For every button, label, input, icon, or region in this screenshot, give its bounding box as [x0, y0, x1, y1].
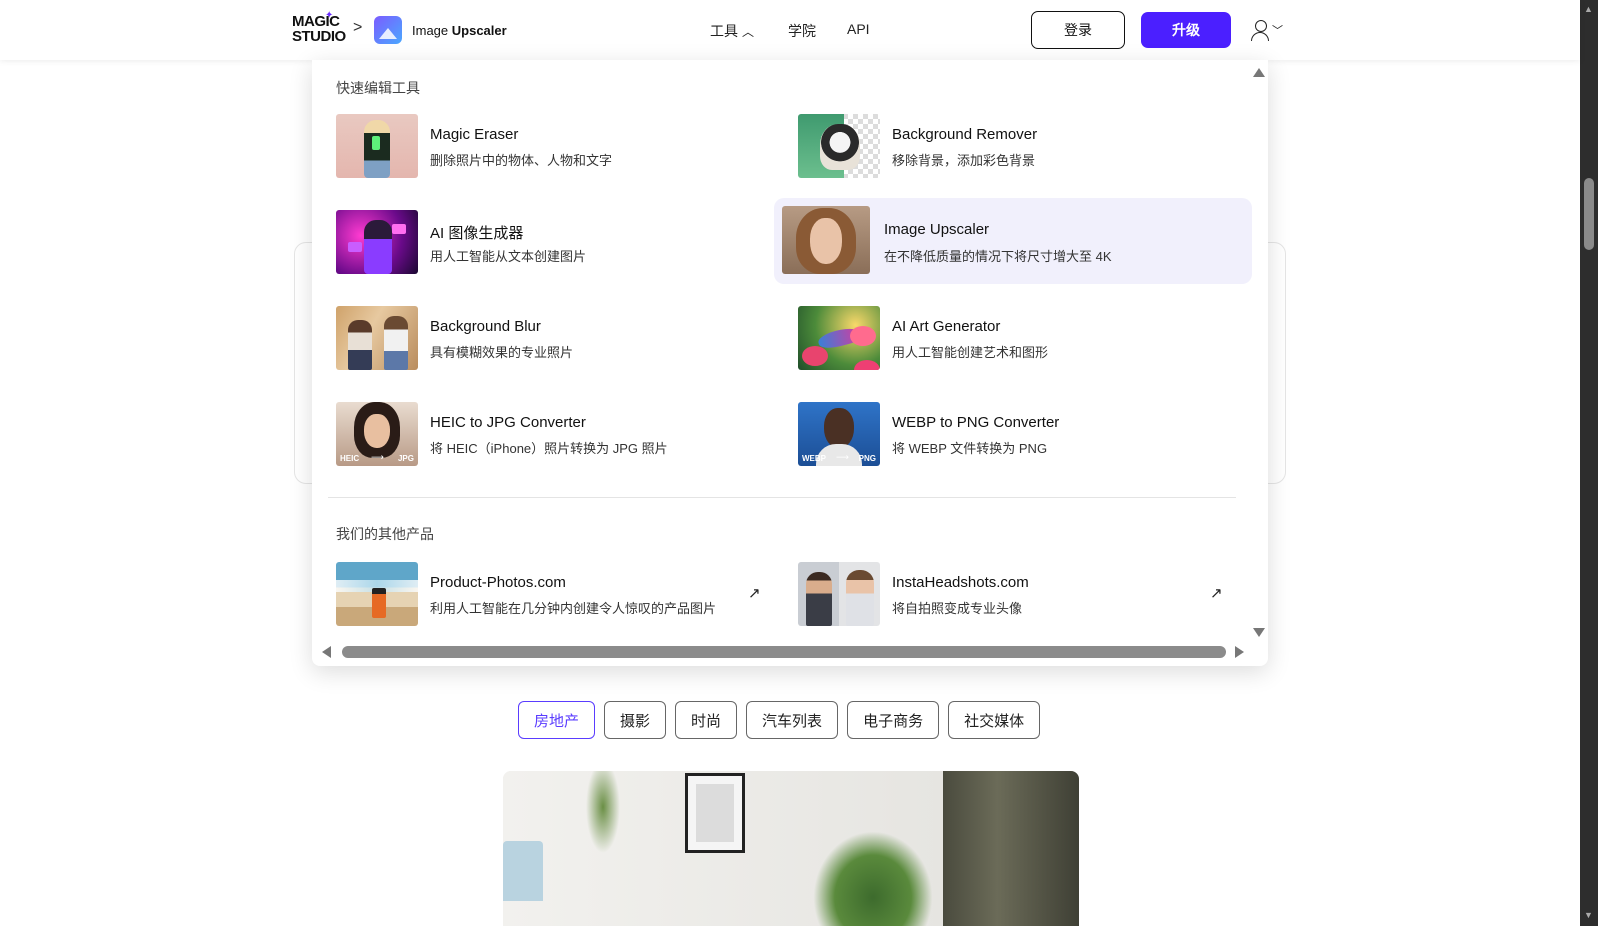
top-header: MAGIC STUDIO ✦ > Image Upscaler 工具 ︿ 学院 A… — [0, 0, 1580, 60]
page-scrollbar[interactable]: ▲ ▼ — [1580, 0, 1598, 926]
chevron-down-icon: ﹀ — [1272, 25, 1283, 37]
tab-ecommerce[interactable]: 电子商务 — [847, 701, 940, 739]
scroll-down-arrow-icon[interactable]: ▼ — [1584, 910, 1593, 920]
scroll-left-arrow-icon[interactable] — [322, 646, 331, 658]
scroll-up-arrow-icon[interactable]: ▲ — [1584, 4, 1593, 14]
jpg-label: JPG — [397, 454, 414, 463]
example-room-image — [503, 771, 1079, 926]
tab-photography[interactable]: 摄影 — [604, 701, 667, 739]
breadcrumb-app-name[interactable]: Image Upscaler — [412, 23, 507, 38]
magic-studio-logo[interactable]: MAGIC STUDIO ✦ — [292, 10, 346, 46]
instaheadshots-link[interactable]: InstaHeadshots.com 将自拍照变成专业头像 ↗ — [774, 552, 1234, 636]
tools-dropdown: 快速编辑工具 Magic Eraser 删除照片中的物体、人物和文字 Backg… — [312, 60, 1268, 666]
category-tabs: 房地产 摄影 时尚 汽车列表 电子商务 社交媒体 — [518, 701, 1041, 739]
instaheadshots-thumbnail — [798, 562, 880, 626]
background-remover-thumbnail — [798, 114, 880, 178]
tab-real-estate[interactable]: 房地产 — [518, 701, 596, 739]
user-icon — [1250, 19, 1270, 41]
upgrade-button[interactable]: 升级 — [1141, 12, 1231, 48]
heic-label: HEIC — [340, 454, 360, 463]
tab-car-listings[interactable]: 汽车列表 — [746, 701, 839, 739]
background-blur-thumbnail — [336, 306, 418, 370]
nav-academy[interactable]: 学院 — [788, 21, 816, 41]
tool-background-blur[interactable]: Background Blur 具有模糊效果的专业照片 — [312, 296, 772, 380]
external-link-icon: ↗ — [1210, 585, 1223, 602]
png-label: PNG — [858, 454, 876, 463]
ai-art-generator-thumbnail — [798, 306, 880, 370]
tool-ai-image-generator[interactable]: AI 图像生成器 用人工智能从文本创建图片 — [312, 200, 772, 284]
tool-background-remover[interactable]: Background Remover 移除背景，添加彩色背景 — [774, 104, 1234, 188]
tool-webp-to-png[interactable]: WEBP ⟶ PNG WEBP to PNG Converter 将 WEBP … — [774, 392, 1234, 476]
dropdown-scroll-down-icon[interactable] — [1253, 628, 1265, 637]
tool-heic-to-jpg[interactable]: HEIC ⟶ JPG HEIC to JPG Converter 将 HEIC（… — [312, 392, 772, 476]
tool-magic-eraser[interactable]: Magic Eraser 删除照片中的物体、人物和文字 — [312, 104, 772, 188]
chevron-up-icon: ︿ — [742, 25, 755, 39]
product-photos-thumbnail — [336, 562, 418, 626]
product-photos-link[interactable]: Product-Photos.com 利用人工智能在几分钟内创建令人惊叹的产品图… — [312, 552, 772, 636]
login-button[interactable]: 登录 — [1031, 11, 1125, 49]
breadcrumb-chevron-icon: > — [353, 19, 363, 36]
heic-to-jpg-thumbnail: HEIC ⟶ JPG — [336, 402, 418, 466]
quick-tools-title: 快速编辑工具 — [336, 80, 420, 96]
sparkle-icon: ✦ — [325, 10, 334, 21]
section-divider — [328, 497, 1236, 498]
user-menu[interactable]: ﹀ — [1250, 18, 1286, 42]
scroll-right-arrow-icon[interactable] — [1235, 646, 1244, 658]
arrow-right-icon: ⟶ — [836, 452, 849, 462]
horizontal-scrollbar-thumb[interactable] — [342, 646, 1226, 658]
nav-tools-menu[interactable]: 工具 ︿ — [710, 21, 754, 41]
arrow-right-icon: ⟶ — [371, 452, 384, 462]
webp-to-png-thumbnail: WEBP ⟶ PNG — [798, 402, 880, 466]
webp-label: WEBP — [802, 454, 826, 463]
ai-image-generator-thumbnail — [336, 210, 418, 274]
tool-image-upscaler[interactable]: Image Upscaler 在不降低质量的情况下将尺寸增大至 4K — [774, 198, 1252, 284]
page-scrollbar-thumb[interactable] — [1584, 178, 1594, 250]
tool-ai-art-generator[interactable]: AI Art Generator 用人工智能创建艺术和图形 — [774, 296, 1234, 380]
image-upscaler-app-icon[interactable] — [374, 16, 402, 44]
external-link-icon: ↗ — [748, 585, 761, 602]
tab-social-media[interactable]: 社交媒体 — [948, 701, 1041, 739]
image-upscaler-thumbnail — [782, 206, 870, 274]
dropdown-scroll-up-icon[interactable] — [1253, 68, 1265, 77]
tab-fashion[interactable]: 时尚 — [675, 701, 738, 739]
dropdown-horizontal-scrollbar[interactable] — [312, 642, 1268, 662]
nav-api[interactable]: API — [847, 21, 870, 37]
other-products-title: 我们的其他产品 — [336, 526, 434, 542]
magic-eraser-thumbnail — [336, 114, 418, 178]
